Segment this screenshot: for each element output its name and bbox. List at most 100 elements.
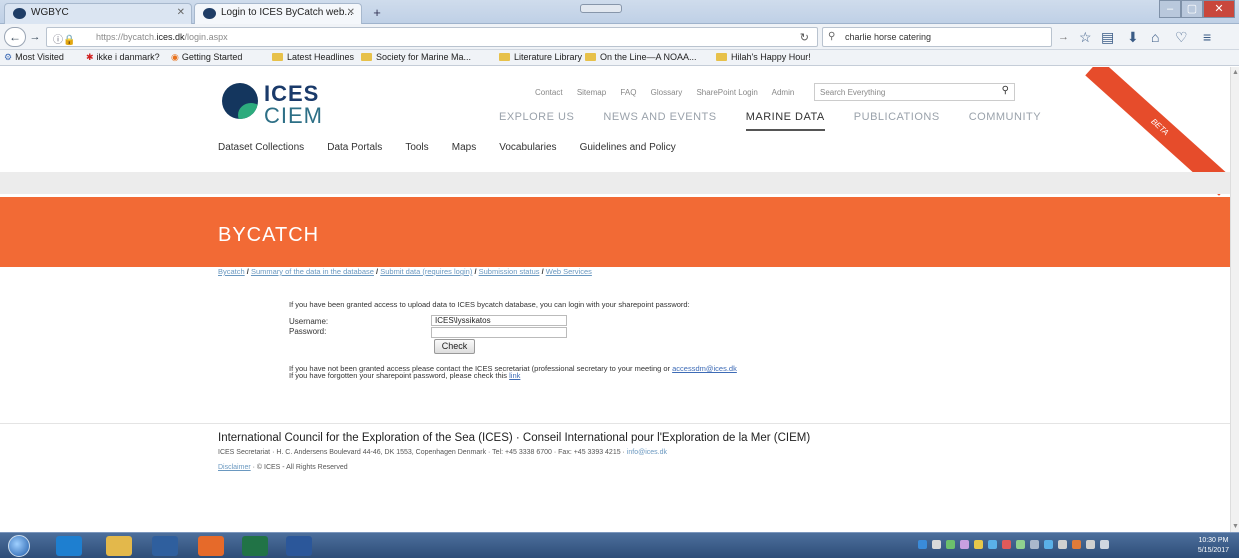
scroll-up-icon[interactable]: ▲ [1232, 69, 1239, 76]
util-link-faq[interactable]: FAQ [620, 88, 636, 97]
password-help-link[interactable]: link [509, 371, 520, 380]
subnav-dataset-collections[interactable]: Dataset Collections [218, 142, 304, 153]
breadcrumb-submission-status[interactable]: Submission status [479, 267, 540, 276]
ices-logo[interactable]: ICES CIEM [222, 81, 322, 129]
close-tab-icon[interactable]: ✕ [177, 7, 185, 18]
tray-icon[interactable] [1058, 540, 1067, 549]
bookmarks-toolbar: ⚙ Most Visited ✱ ikke i danmark? ◉ Getting … [0, 50, 1239, 66]
check-button[interactable]: Check [434, 339, 475, 354]
breadcrumb-web-services[interactable]: Web Services [546, 267, 592, 276]
subnav-tools[interactable]: Tools [405, 142, 428, 153]
util-link-glossary[interactable]: Glossary [651, 88, 683, 97]
tray-icon[interactable] [946, 540, 955, 549]
breadcrumb-summary[interactable]: Summary of the data in the database [251, 267, 374, 276]
nav-explore-us[interactable]: EXPLORE US [499, 111, 574, 123]
scroll-down-icon[interactable]: ▼ [1232, 523, 1239, 530]
username-input[interactable]: ICES\lyssikatos [431, 315, 567, 326]
site-info-icon[interactable]: ⓘ🔒 [53, 31, 75, 46]
internet-explorer-icon[interactable] [56, 536, 82, 556]
minimize-button[interactable]: – [1159, 0, 1181, 18]
util-link-contact[interactable]: Contact [535, 88, 563, 97]
file-explorer-icon[interactable] [106, 536, 132, 556]
volume-icon[interactable] [1100, 540, 1109, 549]
footer-email-link[interactable]: info@ices.dk [627, 449, 667, 456]
reload-icon[interactable]: ↻ [800, 31, 809, 44]
subnav-guidelines-policy[interactable]: Guidelines and Policy [580, 142, 676, 153]
pocket-icon[interactable]: ♡ [1175, 29, 1188, 46]
close-tab-icon[interactable]: ✕ [347, 7, 355, 18]
util-link-admin[interactable]: Admin [772, 88, 795, 97]
menu-icon[interactable]: ≡ [1203, 29, 1211, 45]
breadcrumb-bycatch[interactable]: Bycatch [218, 267, 245, 276]
tray-icon[interactable] [918, 540, 927, 549]
subnav-data-portals[interactable]: Data Portals [327, 142, 382, 153]
disclaimer-link[interactable]: Disclaimer [218, 464, 251, 471]
gear-icon: ⚙ [4, 52, 13, 62]
util-link-sharepoint-login[interactable]: SharePoint Login [696, 88, 757, 97]
tab-wgbyc[interactable]: WGBYC ✕ [4, 3, 192, 24]
close-window-button[interactable]: ✕ [1203, 0, 1235, 18]
clock-date: 5/15/2017 [1197, 547, 1229, 554]
breadcrumb-submit-data[interactable]: Submit data (requires login) [380, 267, 472, 276]
tray-icon[interactable] [988, 540, 997, 549]
bookmark-most-visited[interactable]: ⚙ Most Visited [4, 52, 64, 63]
site-search-input[interactable]: Search Everything ⚲ [814, 83, 1015, 101]
downloads-icon[interactable]: ⬇ [1127, 29, 1139, 46]
word-icon[interactable] [286, 536, 312, 556]
bookmark-literature-library[interactable]: Literature Library [499, 52, 582, 62]
bookmarks-menu-icon[interactable]: ▤ [1101, 29, 1114, 46]
search-field[interactable]: ⚲ charlie horse catering [822, 27, 1052, 47]
tray-icon[interactable] [1072, 540, 1081, 549]
tab-title: Login to ICES ByCatch web... [221, 7, 353, 18]
copyright-text: · © ICES - All Rights Reserved [250, 464, 348, 471]
password-input[interactable] [431, 327, 567, 338]
access-email-link[interactable]: accessdm@ices.dk [672, 364, 737, 373]
grey-band [0, 172, 1230, 194]
nav-marine-data[interactable]: MARINE DATA [745, 111, 825, 131]
password-label: Password: [289, 327, 327, 336]
tray-icon[interactable] [1002, 540, 1011, 549]
subnav-maps[interactable]: Maps [452, 142, 476, 153]
tray-icon[interactable] [1044, 540, 1053, 549]
bookmark-hilahs-happy-hour[interactable]: Hilah's Happy Hour! [716, 52, 811, 62]
nav-publications[interactable]: PUBLICATIONS [854, 111, 940, 123]
util-link-sitemap[interactable]: Sitemap [577, 88, 606, 97]
bookmark-getting-started[interactable]: ◉ Getting Started [171, 52, 242, 63]
nav-community[interactable]: COMMUNITY [969, 111, 1041, 123]
start-button[interactable] [8, 535, 30, 557]
maximize-button[interactable]: ▢ [1181, 0, 1203, 18]
tray-icon[interactable] [960, 540, 969, 549]
bookmark-society-marine[interactable]: Society for Marine Ma... [361, 52, 471, 62]
address-bar[interactable]: ⓘ🔒 https://bycatch.ices.dk/login.aspx ↻ [46, 27, 818, 47]
tray-icon[interactable] [1016, 540, 1025, 549]
folder-icon [499, 53, 510, 61]
new-tab-button[interactable]: + [366, 4, 388, 22]
nav-news-and-events[interactable]: NEWS AND EVENTS [603, 111, 716, 123]
window-drag-handle[interactable] [580, 4, 622, 13]
bookmark-star-icon[interactable]: ☆ [1079, 29, 1092, 46]
tray-icon[interactable] [974, 540, 983, 549]
forward-button[interactable]: → [28, 29, 42, 45]
search-icon[interactable]: ⚲ [1002, 85, 1009, 96]
tray-icon[interactable] [1086, 540, 1095, 549]
password-note-text: If you have forgotten your sharepoint pa… [289, 371, 510, 380]
subnav-vocabularies[interactable]: Vocabularies [499, 142, 556, 153]
tray-icon[interactable] [1030, 540, 1039, 549]
footer-title: International Council for the Exploratio… [218, 432, 811, 444]
tray-icon[interactable] [932, 540, 941, 549]
firefox-taskbar-icon[interactable] [198, 536, 224, 556]
taskbar-clock[interactable]: 10:30 PM 5/15/2017 [1198, 536, 1229, 556]
page-title: BYCATCH [218, 224, 320, 246]
bookmark-on-the-line[interactable]: On the Line—A NOAA... [585, 52, 697, 62]
logo-text-ciem: CIEM [264, 103, 323, 128]
tab-login-bycatch[interactable]: Login to ICES ByCatch web... ✕ [194, 3, 362, 24]
bookmark-ikke-i-danmark[interactable]: ✱ ikke i danmark? [86, 52, 160, 63]
back-button[interactable]: ← [4, 27, 26, 47]
page-banner: BYCATCH [0, 197, 1230, 267]
bookmark-latest-headlines[interactable]: Latest Headlines [272, 52, 354, 62]
media-player-icon[interactable] [152, 536, 178, 556]
page-scrollbar[interactable]: ▲ ▼ [1230, 67, 1239, 532]
search-go-icon[interactable]: → [1058, 31, 1069, 43]
excel-icon[interactable] [242, 536, 268, 556]
home-icon[interactable]: ⌂ [1151, 29, 1159, 45]
